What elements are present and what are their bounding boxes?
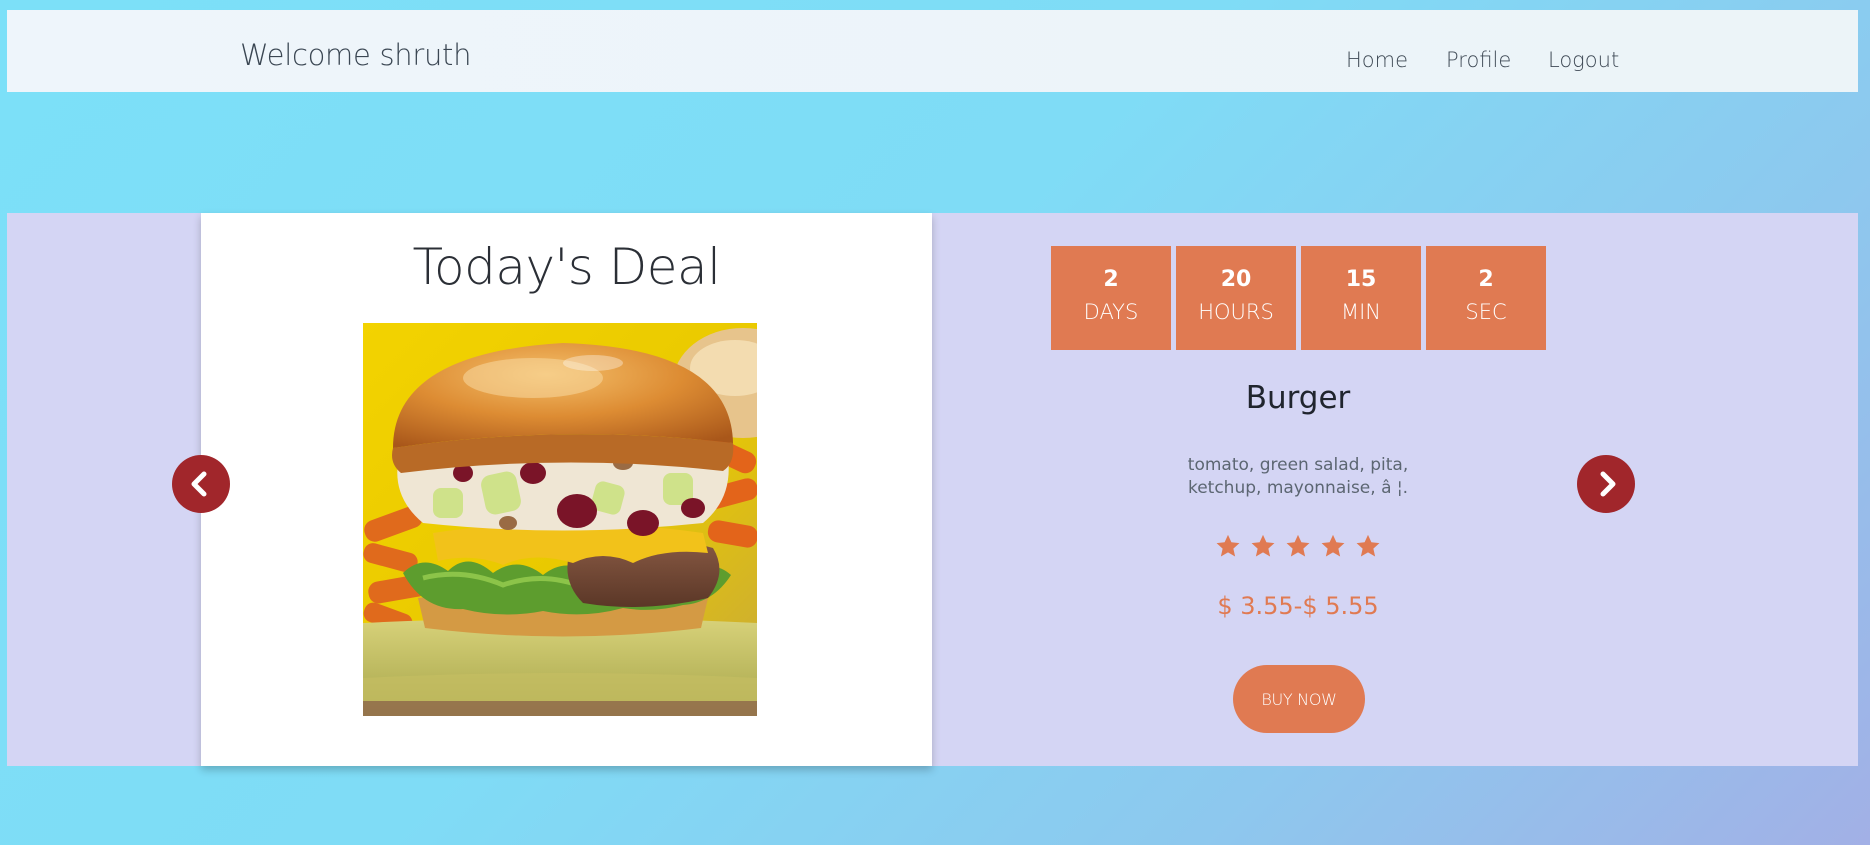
countdown-value: 15 <box>1345 267 1377 292</box>
product-description-line: ketchup, mayonnaise, â ¦. <box>1187 478 1409 498</box>
countdown-value: 2 <box>1478 267 1494 292</box>
nav-links: Home Profile Logout <box>7 48 1858 78</box>
product-description-line: tomato, green salad, pita, <box>1187 455 1409 475</box>
deal-title: Today's Deal <box>412 238 721 296</box>
countdown-unit: MIN <box>1340 300 1382 324</box>
countdown-days: 2 DAYS <box>1051 246 1171 350</box>
carousel-next-button[interactable] <box>1577 455 1635 513</box>
star-icon <box>1321 534 1345 557</box>
star-icon <box>1251 534 1275 557</box>
chevron-left-icon <box>191 471 207 497</box>
carousel-prev-button[interactable] <box>172 455 230 513</box>
star-icon <box>1286 534 1310 557</box>
product-name: Burger <box>1245 380 1351 416</box>
countdown-unit: SEC <box>1465 300 1507 324</box>
star-icon <box>1216 534 1240 557</box>
rating-stars <box>1214 532 1384 560</box>
buy-now-button[interactable]: BUY NOW <box>1233 665 1365 733</box>
countdown-unit: HOURS <box>1198 300 1274 324</box>
product-image <box>363 323 757 716</box>
countdown-unit: DAYS <box>1083 300 1139 324</box>
countdown-minutes: 15 MIN <box>1301 246 1421 350</box>
nav-logout-link[interactable]: Logout <box>1548 48 1619 72</box>
nav-profile-link[interactable]: Profile <box>1446 48 1511 72</box>
countdown-value: 2 <box>1103 267 1119 292</box>
product-description: tomato, green salad, pita, ketchup, mayo… <box>1148 454 1448 500</box>
product-price: $ 3.55-$ 5.55 <box>1217 592 1379 620</box>
chevron-right-icon <box>1600 471 1616 497</box>
top-navbar: Welcome shruth Home Profile Logout <box>7 10 1858 92</box>
star-icon <box>1356 534 1380 557</box>
countdown-seconds: 2 SEC <box>1426 246 1546 350</box>
countdown-value: 20 <box>1220 267 1252 292</box>
countdown-hours: 20 HOURS <box>1176 246 1296 350</box>
nav-home-link[interactable]: Home <box>1346 48 1408 72</box>
